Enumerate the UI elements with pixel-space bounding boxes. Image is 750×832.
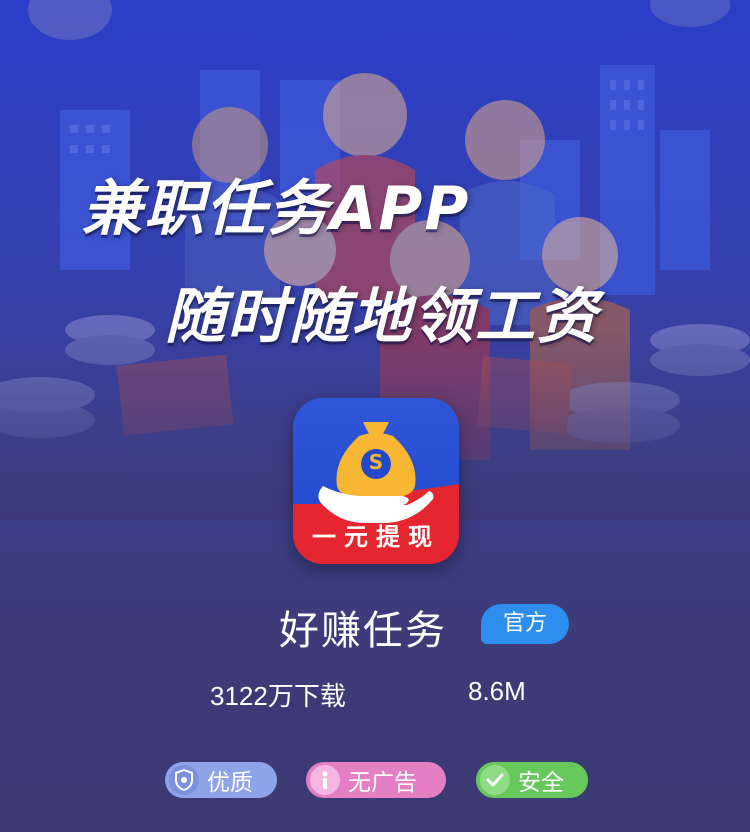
badge-no-ads: 无广告 bbox=[306, 762, 446, 798]
shield-icon bbox=[169, 765, 199, 795]
badge-safe: 安全 bbox=[476, 762, 588, 798]
app-name: 好赚任务 bbox=[279, 608, 447, 654]
headline-line-2: 随时随地领工资 bbox=[165, 282, 599, 352]
app-size: 8.6M bbox=[468, 676, 526, 706]
badge-safe-label: 安全 bbox=[518, 770, 564, 796]
badge-no-ads-label: 无广告 bbox=[348, 770, 417, 796]
official-badge: 官方 bbox=[481, 604, 569, 644]
icon-symbol: S bbox=[368, 450, 384, 474]
info-icon bbox=[310, 765, 340, 795]
headline-line-1: 兼职任务APP bbox=[82, 174, 471, 244]
badge-quality-label: 优质 bbox=[207, 770, 253, 796]
check-icon bbox=[480, 765, 510, 795]
app-icon[interactable]: S 一元提现 bbox=[293, 398, 459, 564]
badge-quality: 优质 bbox=[165, 762, 277, 798]
download-count: 3122万下载 bbox=[210, 681, 346, 711]
icon-label: 一元提现 bbox=[312, 523, 440, 551]
